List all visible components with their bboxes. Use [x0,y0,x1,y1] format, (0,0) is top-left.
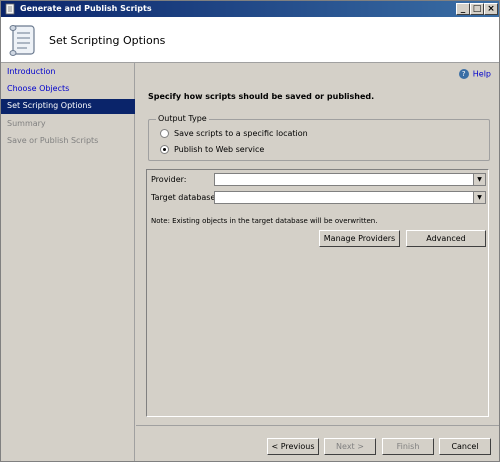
chevron-down-icon[interactable]: ▼ [473,192,485,203]
wizard-window: Generate and Publish Scripts _ □ × Set S… [0,0,500,462]
publish-options-panel: Provider: ▼ Target database: ▼ Note: Exi… [146,169,489,417]
sidebar-item-summary: Summary [7,119,46,128]
publish-web-service-radio[interactable] [160,145,169,154]
cancel-button[interactable]: Cancel [439,438,491,455]
publish-web-service-option[interactable]: Publish to Web service [160,145,264,154]
sidebar-item-save-or-publish-scripts: Save or Publish Scripts [7,136,99,145]
save-to-location-label: Save scripts to a specific location [174,129,308,138]
close-button[interactable]: × [484,3,498,15]
main-content: ? Help Specify how scripts should be save… [136,63,499,423]
maximize-button[interactable]: □ [470,3,484,15]
window-title: Generate and Publish Scripts [20,4,152,13]
output-type-group: Output Type Save scripts to a specific l… [148,114,490,161]
manage-providers-button[interactable]: Manage Providers [319,230,400,247]
help-link[interactable]: ? Help [458,69,491,79]
previous-button[interactable]: < Previous [267,438,319,455]
wizard-header: Set Scripting Options [1,17,499,63]
page-title: Set Scripting Options [49,34,166,47]
next-button: Next > [324,438,376,455]
target-database-dropdown[interactable]: ▼ [214,191,486,204]
publish-web-service-label: Publish to Web service [174,145,265,154]
help-label: Help [472,69,491,79]
wizard-footer: < Previous Next > Finish Cancel [136,425,499,461]
advanced-button[interactable]: Advanced [406,230,486,247]
finish-button: Finish [382,438,434,455]
help-icon: ? [458,69,469,79]
output-type-legend: Output Type [156,114,209,123]
save-to-location-option[interactable]: Save scripts to a specific location [160,129,308,138]
chevron-down-icon[interactable]: ▼ [473,174,485,185]
sidebar-item-introduction[interactable]: Introduction [1,65,135,80]
sidebar-item-choose-objects[interactable]: Choose Objects [1,82,135,97]
target-database-label: Target database: [151,193,219,202]
provider-label: Provider: [151,175,187,184]
provider-dropdown[interactable]: ▼ [214,173,486,186]
instruction-text: Specify how scripts should be saved or p… [148,92,375,101]
script-scroll-icon [9,25,35,56]
save-to-location-radio[interactable] [160,129,169,138]
minimize-button[interactable]: _ [456,3,470,15]
sidebar-item-set-scripting-options[interactable]: Set Scripting Options [1,99,135,114]
overwrite-note: Note: Existing objects in the target dat… [151,217,378,225]
wizard-steps-sidebar: Introduction Choose Objects Set Scriptin… [1,63,135,461]
title-bar[interactable]: Generate and Publish Scripts _ □ × [1,1,499,17]
scroll-icon [5,3,15,15]
